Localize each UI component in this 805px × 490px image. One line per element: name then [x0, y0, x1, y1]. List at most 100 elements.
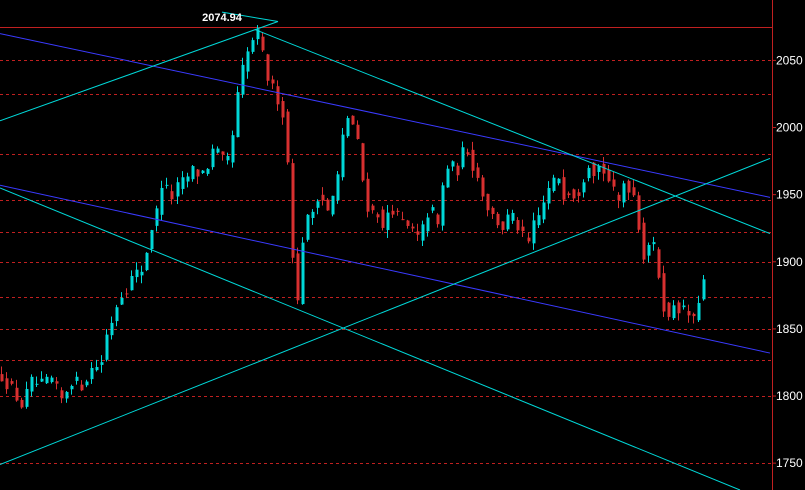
candle-body — [612, 179, 616, 187]
candle-body — [276, 86, 280, 105]
candle-body — [186, 176, 190, 182]
candle-body — [371, 205, 375, 211]
candle-body — [251, 40, 255, 52]
candle-body — [431, 207, 435, 211]
candle-body — [341, 134, 345, 178]
candle-body — [451, 161, 455, 167]
candle-body — [356, 124, 360, 140]
candle-body — [426, 217, 430, 232]
candle-body — [291, 163, 295, 258]
candle-body — [311, 211, 315, 218]
candle-body — [672, 305, 676, 319]
candle-body — [85, 381, 89, 386]
candle-body — [231, 135, 235, 163]
candle-body — [687, 311, 691, 316]
candle-body — [361, 143, 365, 181]
candle-body — [532, 220, 536, 244]
candle-body — [165, 184, 169, 186]
candle-body — [456, 165, 460, 176]
candle-body — [155, 208, 159, 226]
candle-body — [657, 249, 661, 278]
candle-body — [15, 387, 19, 401]
candle-body — [170, 191, 174, 200]
candle-body — [75, 376, 79, 381]
candle-body — [527, 237, 531, 242]
candle-body — [622, 183, 626, 203]
candle-body — [150, 230, 154, 250]
candle-body — [130, 276, 134, 291]
y-tick-label: 1800 — [776, 389, 803, 403]
candle-body — [416, 231, 420, 235]
candle-body — [466, 152, 470, 154]
candle-body — [682, 305, 686, 308]
candle-body — [206, 168, 210, 174]
candle-body — [236, 92, 240, 138]
candle-body — [65, 391, 69, 399]
candle-body — [346, 118, 350, 137]
candle-body — [662, 273, 666, 312]
candle-body — [10, 381, 14, 384]
candle-body — [637, 195, 641, 230]
candle-body — [617, 194, 621, 201]
y-tick-label: 1850 — [776, 322, 803, 336]
candle-body — [506, 214, 510, 230]
candle-body — [306, 214, 310, 240]
candle-body — [692, 313, 696, 317]
y-tick-label: 2050 — [776, 53, 803, 67]
candle-body — [351, 115, 355, 125]
candle-body — [547, 187, 551, 204]
candle-body — [296, 253, 300, 301]
candle-body — [446, 168, 450, 188]
candle-body — [582, 182, 586, 193]
candle-body — [50, 377, 54, 383]
candle-body — [181, 177, 185, 189]
candle-body — [481, 177, 485, 197]
candle-body — [241, 64, 245, 95]
candle-body — [461, 147, 465, 168]
candle-body — [441, 185, 445, 226]
y-tick-label: 2000 — [776, 121, 803, 135]
candle-body — [160, 187, 164, 215]
candle-body — [316, 201, 320, 208]
candle-body — [376, 214, 380, 218]
candle-body — [647, 244, 651, 256]
candle-body — [90, 368, 94, 380]
candle-body — [587, 167, 591, 179]
candle-body — [261, 36, 265, 51]
candle-body — [396, 210, 400, 212]
candle-body — [201, 170, 205, 174]
candle-body — [25, 388, 29, 407]
candle-body — [0, 374, 4, 382]
candle-body — [40, 378, 44, 382]
candle-body — [45, 376, 49, 384]
candle-body — [211, 148, 215, 168]
candle-body — [627, 180, 631, 193]
candle-body — [386, 212, 390, 231]
candle-body — [401, 219, 405, 221]
candle-body — [336, 174, 340, 201]
candle-body — [5, 378, 9, 390]
candle-body — [406, 220, 410, 226]
candle-body — [537, 215, 541, 226]
candle-body — [552, 177, 556, 191]
candle-body — [105, 334, 109, 360]
candle-body — [35, 383, 39, 385]
candle-body — [95, 367, 99, 371]
candle-body — [125, 293, 129, 295]
candle-body — [281, 101, 285, 118]
y-tick-label: 1950 — [776, 188, 803, 202]
candle-body — [216, 148, 220, 153]
candle-body — [501, 221, 505, 230]
candle-body — [145, 252, 149, 271]
candle-body — [115, 307, 119, 322]
candle-body — [70, 385, 74, 390]
candle-body — [100, 362, 104, 365]
candle-body — [667, 302, 671, 317]
candle-body — [702, 279, 706, 300]
candle-body — [326, 199, 330, 211]
candle-body — [176, 182, 180, 197]
candle-body — [226, 156, 230, 161]
candle-body — [366, 178, 370, 212]
candle-body — [486, 193, 490, 211]
y-tick-label: 1900 — [776, 255, 803, 269]
